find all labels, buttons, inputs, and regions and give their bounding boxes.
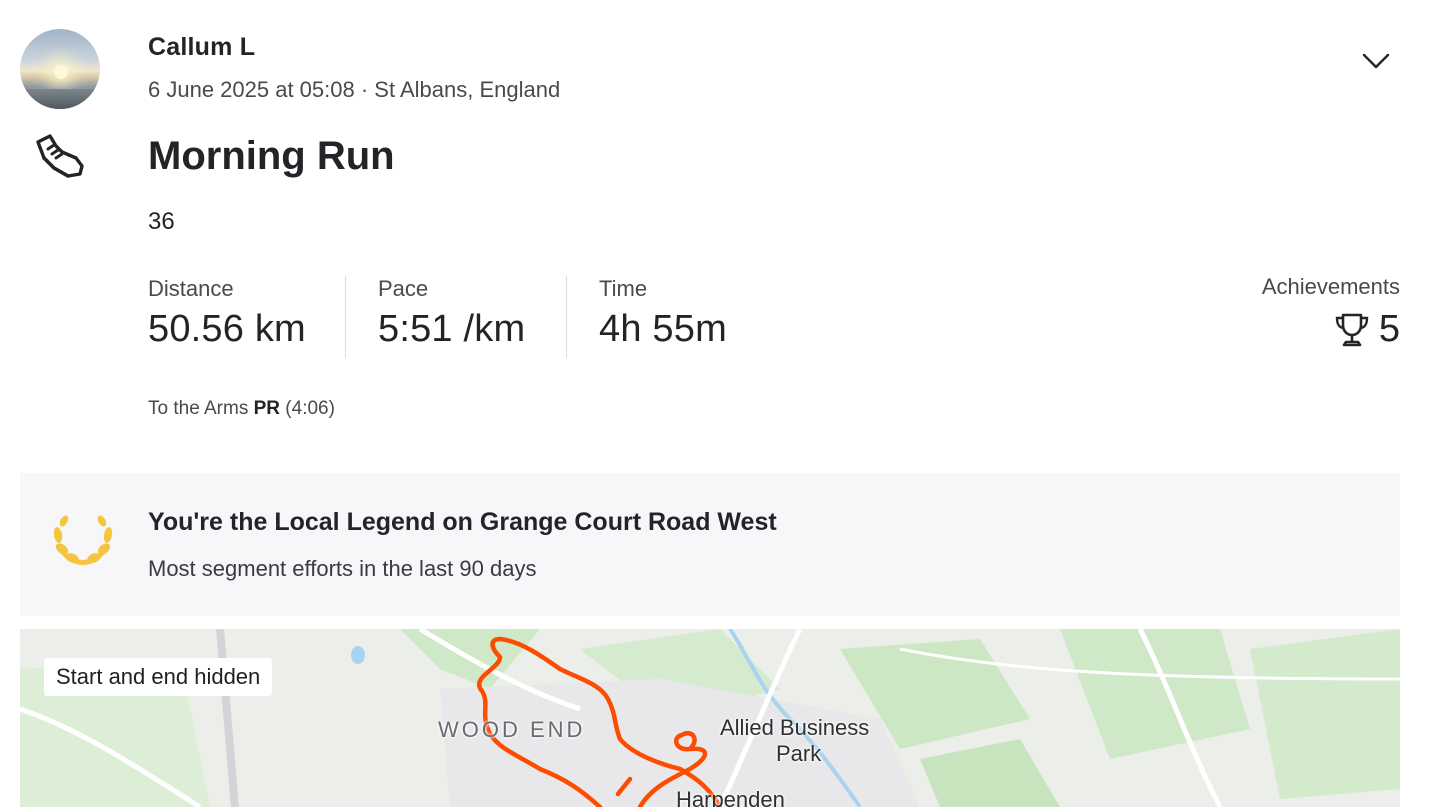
stat-label: Distance [148, 276, 234, 301]
achievements-label: Achievements [1261, 274, 1400, 299]
trophy-icon [1335, 313, 1369, 346]
stat-divider [566, 276, 567, 358]
stat-value: 50.56 km [148, 308, 306, 350]
route-map[interactable]: Start and end hidden WOOD END Allied Bus… [20, 629, 1400, 807]
stat-label: Time [599, 276, 648, 301]
avatar-shore [20, 89, 100, 109]
stat-distance: Distance 50.56 km [148, 276, 306, 351]
pr-time: (4:06) [285, 398, 335, 419]
laurel-icon [53, 515, 113, 565]
pr-badge: PR [253, 398, 281, 419]
map-label-allied-business: Allied Business [720, 715, 870, 740]
activity-datetime-location: 6 June 2025 at 05:08 · St Albans, Englan… [148, 77, 561, 102]
avatar-sun [54, 65, 68, 79]
chevron-down-icon[interactable] [1360, 48, 1392, 72]
athlete-name[interactable]: Callum L [148, 33, 255, 62]
pr-segment-name: To the Arms [148, 398, 249, 419]
achievements-count: 5 [1378, 308, 1400, 350]
local-legend-card[interactable]: You're the Local Legend on Grange Court … [20, 473, 1400, 616]
avatar[interactable] [20, 29, 100, 109]
map-label-wood-end: WOOD END [438, 717, 586, 742]
stat-value: 5:51 /km [378, 308, 526, 350]
map-park-area [920, 739, 1060, 807]
map-park-area [1060, 629, 1250, 759]
activity-description: 36 [148, 208, 175, 235]
stat-pace: Pace 5:51 /km [378, 276, 525, 351]
map-park-area [1250, 629, 1400, 799]
stat-divider [345, 276, 346, 358]
map-canvas [20, 629, 1400, 807]
map-label-park: Park [776, 741, 822, 766]
stat-time: Time 4h 55m [599, 276, 727, 351]
map-pond [351, 646, 365, 664]
activity-title[interactable]: Morning Run [148, 134, 395, 179]
start-end-hidden-badge: Start and end hidden [44, 658, 273, 696]
stat-value: 4h 55m [599, 308, 727, 350]
stat-label: Pace [378, 276, 429, 301]
pr-line[interactable]: To the Arms PR (4:06) [148, 398, 335, 420]
achievements[interactable]: Achievements 5 [1262, 274, 1400, 351]
local-legend-title: You're the Local Legend on Grange Court … [148, 508, 777, 536]
map-label-harpenden: Harpenden [676, 787, 785, 807]
map-road [216, 629, 239, 807]
running-shoe-icon [36, 134, 84, 178]
local-legend-subtitle: Most segment efforts in the last 90 days [148, 556, 537, 581]
